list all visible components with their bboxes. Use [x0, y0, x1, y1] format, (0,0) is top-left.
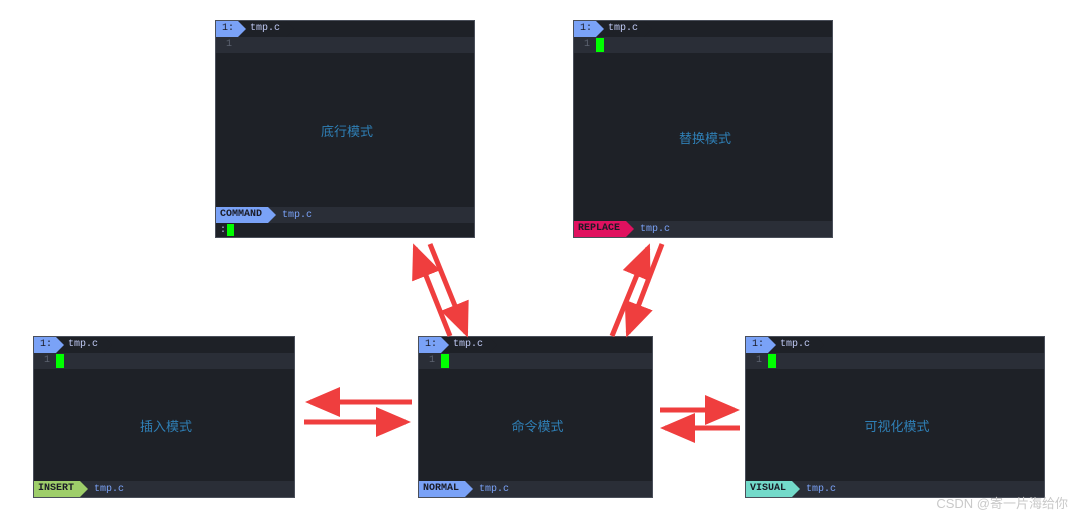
- tab-number: 1:: [574, 21, 596, 37]
- arrow-normal-to-command: [415, 248, 450, 336]
- cursor-icon: [56, 354, 64, 368]
- mode-badge: NORMAL: [419, 481, 465, 497]
- line-number: 1: [34, 353, 56, 369]
- mode-description-label: 底行模式: [321, 121, 373, 140]
- tab-bar: 1: tmp.c: [34, 337, 294, 353]
- tab-filename: tmp.c: [441, 337, 489, 353]
- cursor-icon: [227, 224, 234, 236]
- vim-window-replace: 1: tmp.c 1 替换模式 REPLACE tmp.c: [573, 20, 833, 238]
- tab-bar: 1: tmp.c: [746, 337, 1044, 353]
- line-number: 1: [216, 37, 238, 53]
- watermark: CSDN @寄一片海给你: [936, 493, 1068, 512]
- tab-bar: 1: tmp.c: [216, 21, 474, 37]
- tab-number: 1:: [34, 337, 56, 353]
- arrow-replace-to-normal: [628, 244, 662, 333]
- tab-number: 1:: [746, 337, 768, 353]
- status-bar: REPLACE tmp.c: [574, 221, 832, 237]
- mode-badge: VISUAL: [746, 481, 792, 497]
- mode-description-label: 替换模式: [679, 128, 731, 147]
- arrow-normal-to-replace: [612, 248, 648, 336]
- line-number: 1: [746, 353, 768, 369]
- arrow-command-to-normal: [430, 244, 466, 333]
- tab-filename: tmp.c: [768, 337, 816, 353]
- cursor-icon: [596, 38, 604, 52]
- command-prefix: :: [220, 225, 226, 236]
- mode-description-label: 命令模式: [511, 416, 563, 435]
- vim-window-insert: 1: tmp.c 1 插入模式 INSERT tmp.c: [33, 336, 295, 498]
- mode-description-label: 插入模式: [140, 416, 192, 435]
- mode-description-label: 可视化模式: [864, 416, 929, 435]
- status-bar: NORMAL tmp.c: [419, 481, 652, 497]
- line-number: 1: [574, 37, 596, 53]
- line-number: 1: [419, 353, 441, 369]
- tab-filename: tmp.c: [238, 21, 286, 37]
- status-bar: INSERT tmp.c: [34, 481, 294, 497]
- cursor-icon: [768, 354, 776, 368]
- tab-number: 1:: [216, 21, 238, 37]
- tab-filename: tmp.c: [596, 21, 644, 37]
- cursor-icon: [441, 354, 449, 368]
- tab-bar: 1: tmp.c: [574, 21, 832, 37]
- vim-window-normal: 1: tmp.c 1 命令模式 NORMAL tmp.c: [418, 336, 653, 498]
- tab-number: 1:: [419, 337, 441, 353]
- vim-window-command: 1: tmp.c 1 底行模式 COMMAND tmp.c :: [215, 20, 475, 238]
- status-bar: COMMAND tmp.c: [216, 207, 474, 223]
- mode-badge: REPLACE: [574, 221, 626, 237]
- tab-bar: 1: tmp.c: [419, 337, 652, 353]
- mode-badge: INSERT: [34, 481, 80, 497]
- vim-window-visual: 1: tmp.c 1 可视化模式 VISUAL tmp.c: [745, 336, 1045, 498]
- command-line: :: [216, 223, 474, 237]
- tab-filename: tmp.c: [56, 337, 104, 353]
- mode-badge: COMMAND: [216, 207, 268, 223]
